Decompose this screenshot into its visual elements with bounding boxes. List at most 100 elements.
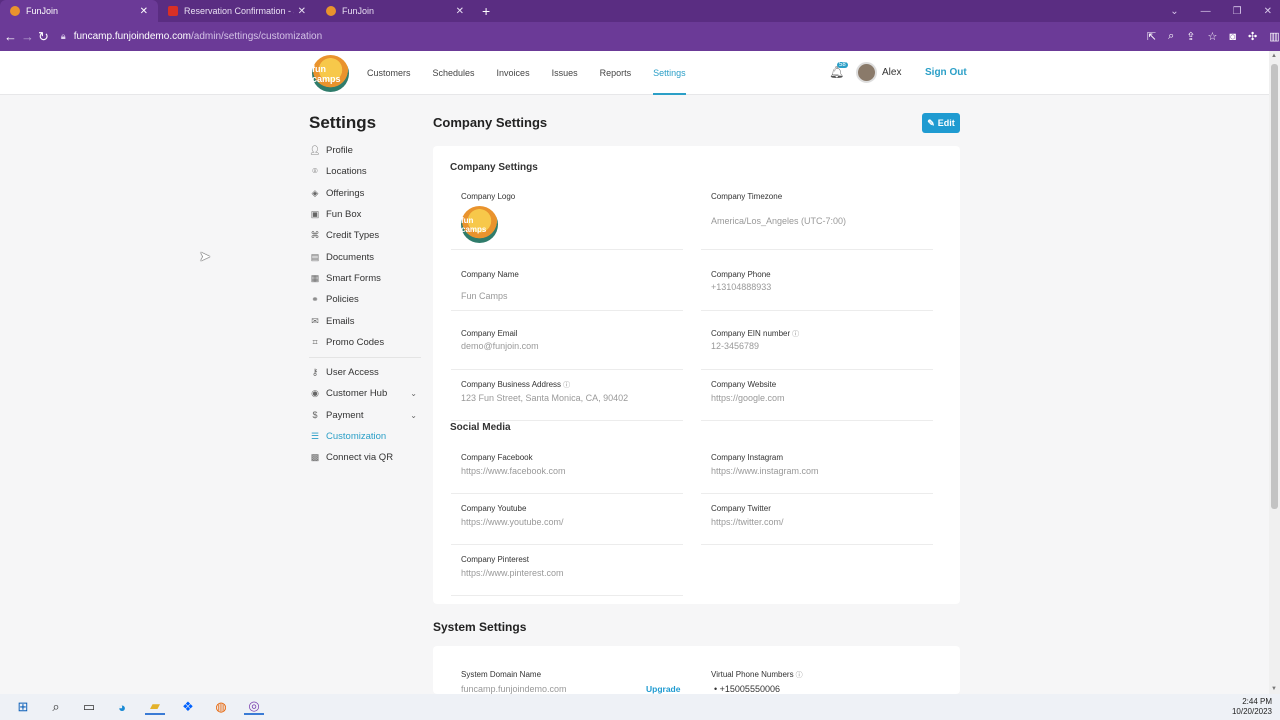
nav-invoices[interactable]: Invoices xyxy=(497,51,530,95)
minimize-icon[interactable]: — xyxy=(1201,6,1211,17)
field-value: https://google.com xyxy=(711,393,785,403)
sidebar-item-label: Fun Box xyxy=(326,209,362,221)
back-arrow-icon[interactable]: ← xyxy=(4,29,17,44)
star-icon[interactable]: ☆ xyxy=(1208,30,1218,43)
scroll-up-icon[interactable]: ▲ xyxy=(1271,53,1277,59)
nav-settings[interactable]: Settings xyxy=(653,51,686,95)
field-value: funcamp.funjoindemo.com xyxy=(461,684,567,694)
address-bar[interactable]: 🔒︎ funcamp.funjoindemo.com/admin/setting… xyxy=(59,26,1139,48)
clock-time: 2:44 PM xyxy=(1242,697,1272,706)
task-view-icon[interactable]: ▭ xyxy=(79,699,99,715)
chevron-down-icon[interactable]: ⌄ xyxy=(410,411,417,420)
field-value: https://www.pinterest.com xyxy=(461,568,564,578)
firefox-icon[interactable]: ◍ xyxy=(211,699,231,715)
gmail-favicon-icon xyxy=(168,6,178,16)
grammarly-icon[interactable]: ◙ xyxy=(1229,31,1236,43)
bell-icon[interactable]: 🔔︎ 58 xyxy=(829,62,848,79)
system-clock[interactable]: 2:44 PM 10/20/2023 xyxy=(1232,697,1272,717)
nav-issues[interactable]: Issues xyxy=(552,51,578,95)
browser-tab-2[interactable]: Reservation Confirmation - alex@ ✕ xyxy=(158,0,316,22)
search-icon[interactable]: ⌕ xyxy=(46,699,66,715)
sidebar-item-customization[interactable]: ☰ Customization xyxy=(309,426,421,447)
sidebar-item-profile[interactable]: 👤︎ Profile xyxy=(309,140,421,161)
tab-title: FunJoin xyxy=(26,6,59,16)
company-facebook-field: Company Facebook https://www.facebook.co… xyxy=(451,449,683,494)
pin-icon: ⌾ xyxy=(312,166,318,177)
field-value: https://www.facebook.com xyxy=(461,466,566,476)
sidebar-item-locations[interactable]: ⌾ Locations xyxy=(309,161,421,182)
nav-reports[interactable]: Reports xyxy=(600,51,632,95)
chevron-down-icon[interactable]: ⌄ xyxy=(410,389,417,398)
browser-tab-3[interactable]: FunJoin ✕ xyxy=(316,0,474,22)
reload-icon[interactable]: ↻ xyxy=(38,29,49,45)
sidebar-item-payment[interactable]: $ Payment ⌄ xyxy=(309,405,421,426)
sign-out-link[interactable]: Sign Out xyxy=(925,67,967,78)
field-label: Company Name xyxy=(461,270,519,279)
nav-schedules[interactable]: Schedules xyxy=(433,51,475,95)
upgrade-link[interactable]: Upgrade xyxy=(646,684,680,694)
zoom-icon[interactable]: ⌕ xyxy=(1168,30,1174,43)
lock-icon[interactable]: 🔒︎ xyxy=(61,31,66,42)
edge-icon[interactable]: ◕ xyxy=(112,699,132,715)
scroll-down-icon[interactable]: ▼ xyxy=(1271,686,1277,692)
chrome-icon[interactable]: ◎ xyxy=(244,698,264,715)
funcamps-logo[interactable]: fun camps xyxy=(312,55,349,92)
sidebar-item-label: Credit Types xyxy=(326,230,380,242)
edit-button[interactable]: ✎ Edit xyxy=(922,113,960,133)
close-tab-icon[interactable]: ✕ xyxy=(298,6,306,17)
sidebar-item-policies[interactable]: ⚭ Policies xyxy=(309,289,421,310)
info-icon[interactable]: ⓘ xyxy=(792,331,799,338)
field-value: https://www.instagram.com xyxy=(711,466,819,476)
clock-date: 10/20/2023 xyxy=(1231,707,1272,716)
sidebar-item-credit-types[interactable]: ⌘ Credit Types xyxy=(309,225,421,246)
close-window-icon[interactable]: ✕ xyxy=(1264,6,1272,17)
page-scrollbar[interactable]: ▲ ▼ xyxy=(1269,51,1280,694)
form-icon: ▦ xyxy=(310,272,320,283)
sidebar-item-offerings[interactable]: ◈ Offerings xyxy=(309,183,421,204)
page-title: Company Settings xyxy=(433,115,548,130)
field-label: Company Email xyxy=(461,329,518,338)
restore-icon[interactable]: ❐ xyxy=(1233,6,1242,17)
windows-start-icon[interactable]: ⊞ xyxy=(13,699,33,715)
company-email-field: Company Email demo@funjoin.com xyxy=(451,325,683,370)
install-icon[interactable]: ⇱ xyxy=(1147,30,1156,43)
sidebar-item-emails[interactable]: ✉ Emails xyxy=(309,310,421,331)
forward-arrow-icon[interactable]: → xyxy=(21,29,34,44)
sidebar-item-label: Connect via QR xyxy=(326,452,394,464)
sidebar-item-label: Documents xyxy=(326,251,375,263)
sidebar-item-label: Promo Codes xyxy=(326,336,385,348)
company-settings-card: Company Settings Company Logo fun camps … xyxy=(433,146,960,604)
close-tab-icon[interactable]: ✕ xyxy=(456,6,464,17)
close-tab-icon[interactable]: ✕ xyxy=(140,6,148,17)
dropbox-icon[interactable]: ❖ xyxy=(178,699,198,715)
sidepanel-icon[interactable]: ▥ xyxy=(1269,30,1279,43)
field-value: +13104888933 xyxy=(711,282,772,292)
browser-tab-1[interactable]: FunJoin ✕ xyxy=(0,0,158,22)
sliders-icon: ☰ xyxy=(310,431,320,441)
info-icon[interactable]: ⓘ xyxy=(563,382,570,389)
sidebar-item-smart-forms[interactable]: ▦ Smart Forms xyxy=(309,268,421,289)
sidebar-item-documents[interactable]: ▤ Documents xyxy=(309,246,421,267)
field-label: Company Logo xyxy=(461,192,516,201)
field-label: Company Timezone xyxy=(711,192,783,201)
new-tab-button[interactable]: + xyxy=(482,0,490,22)
sidebar-item-connect-qr[interactable]: ▩ Connect via QR xyxy=(309,447,421,468)
avatar[interactable] xyxy=(856,62,877,83)
info-icon[interactable]: ⓘ xyxy=(796,672,803,679)
system-settings-card: System Domain Name funcamp.funjoindemo.c… xyxy=(433,646,960,694)
company-timezone-field: Company Timezone America/Los_Angeles (UT… xyxy=(701,188,933,250)
user-name[interactable]: Alex xyxy=(882,67,901,78)
file-explorer-icon[interactable]: ▰ xyxy=(145,698,165,715)
share-icon[interactable]: ⇪ xyxy=(1186,30,1195,43)
sidebar-item-customer-hub[interactable]: ◉ Customer Hub ⌄ xyxy=(309,383,421,404)
funjoin-favicon-icon xyxy=(326,6,336,16)
sidebar-item-promo-codes[interactable]: ⌗ Promo Codes xyxy=(309,332,421,353)
scrollbar-thumb[interactable] xyxy=(1271,64,1278,509)
sidebar-item-fun-box[interactable]: ▣ Fun Box xyxy=(309,204,421,225)
pencil-icon: ✎ xyxy=(927,117,935,128)
field-label: Company Pinterest xyxy=(461,555,530,564)
sidebar-item-user-access[interactable]: ⚷ User Access xyxy=(309,362,421,383)
chevron-down-icon[interactable]: ⌄ xyxy=(1170,6,1178,17)
puzzle-icon[interactable]: ✣ xyxy=(1248,30,1257,43)
nav-customers[interactable]: Customers xyxy=(367,51,411,95)
